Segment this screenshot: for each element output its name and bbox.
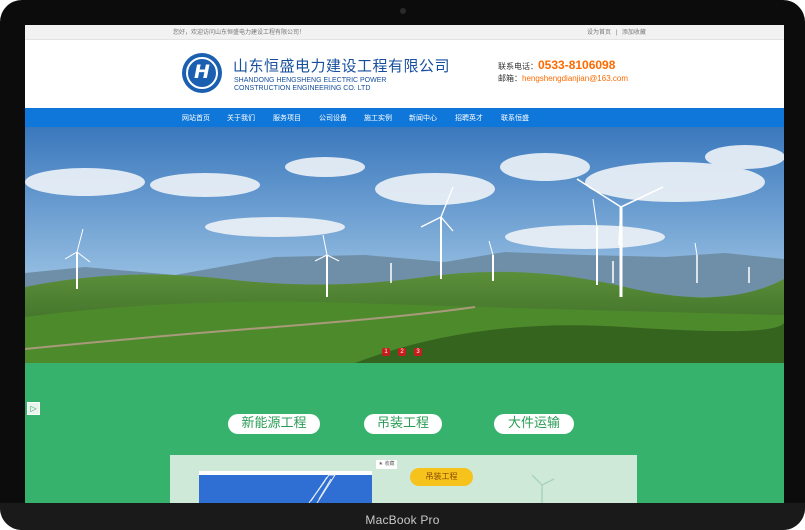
top-bar: 您好，欢迎访问山东恒盛电力建设工程有限公司！ 设为首页 | 添加收藏: [25, 25, 784, 40]
phone-label: 联系电话：: [498, 62, 538, 71]
company-english-name: SHANDONG HENGSHENG ELECTRIC POWER CONSTR…: [234, 77, 386, 93]
side-arrow-icon[interactable]: ▷: [27, 402, 40, 415]
welcome-text: 您好，欢迎访问山东恒盛电力建设工程有限公司！: [173, 30, 306, 36]
laptop-frame: 您好，欢迎访问山东恒盛电力建设工程有限公司！ 设为首页 | 添加收藏 H 山东恒…: [0, 0, 805, 530]
add-favorite-link[interactable]: 添加收藏: [622, 30, 646, 36]
set-homepage-link[interactable]: 设为首页: [587, 30, 611, 36]
nav-item-cases[interactable]: 施工实例: [364, 113, 392, 123]
email-address[interactable]: hengshengdianjian@163.com: [522, 74, 628, 83]
nav-item-services[interactable]: 服务项目: [273, 113, 301, 123]
browser-screen: 您好，欢迎访问山东恒盛电力建设工程有限公司！ 设为首页 | 添加收藏 H 山东恒…: [25, 25, 784, 503]
favorite-tag[interactable]: ★ 收藏: [376, 460, 397, 469]
nav-item-about[interactable]: 关于我们: [227, 113, 255, 123]
service-heavy-transport-button[interactable]: 大件运输: [494, 414, 574, 434]
service-new-energy-button[interactable]: 新能源工程: [228, 414, 320, 434]
hero-banner[interactable]: [25, 127, 784, 363]
main-nav: 网站首页 关于我们 服务项目 公司设备 施工实例 新闻中心 招聘英才 联系恒盛: [25, 108, 784, 127]
logo-mark: H: [194, 61, 210, 83]
english-name-line2: CONSTRUCTION ENGINEERING CO. LTD: [234, 85, 371, 92]
slide-dot-3[interactable]: 3: [414, 348, 422, 356]
top-links: 设为首页 | 添加收藏: [587, 27, 649, 36]
slide-dot-2[interactable]: 2: [398, 348, 406, 356]
email-label: 邮箱：: [498, 74, 522, 83]
nav-item-equipment[interactable]: 公司设备: [319, 113, 347, 123]
slide-dot-1[interactable]: 1: [382, 348, 390, 356]
service-hoisting-button[interactable]: 吊装工程: [364, 414, 442, 434]
email-contact: 邮箱：hengshengdianjian@163.com: [498, 73, 628, 84]
crane-photo[interactable]: [199, 471, 372, 503]
camera-icon: [400, 8, 406, 14]
company-name: 山东恒盛电力建设工程有限公司: [233, 57, 451, 75]
nav-item-contact[interactable]: 联系恒盛: [501, 113, 529, 123]
device-brand-label: MacBook Pro: [365, 513, 440, 527]
phone-number: 0533-8106098: [538, 58, 616, 72]
wind-farm-image: [25, 127, 784, 363]
crane-image: [199, 471, 372, 503]
nav-item-news[interactable]: 新闻中心: [409, 113, 437, 123]
english-name-line1: SHANDONG HENGSHENG ELECTRIC POWER: [234, 77, 387, 84]
link-separator: |: [615, 30, 618, 36]
phone-contact: 联系电话：0533-8106098: [498, 58, 615, 72]
nav-item-home[interactable]: 网站首页: [182, 113, 210, 123]
company-logo[interactable]: H: [182, 53, 222, 93]
hoisting-project-button[interactable]: 吊装工程: [410, 468, 473, 486]
nav-item-careers[interactable]: 招聘英才: [455, 113, 483, 123]
